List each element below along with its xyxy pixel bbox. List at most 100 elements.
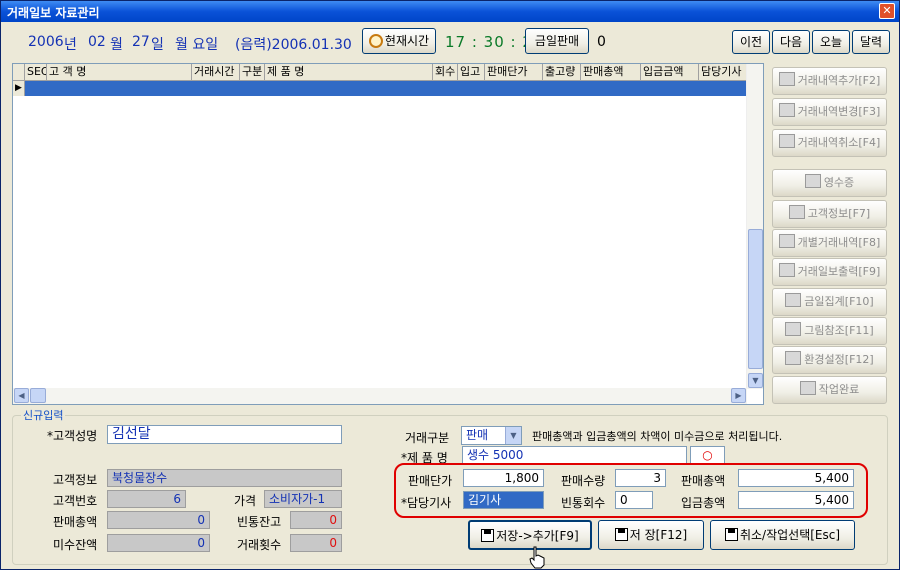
- save-disk-icon: [481, 529, 495, 542]
- add-transaction-button[interactable]: 거래내역추가[F2]: [772, 67, 887, 95]
- customer-name-label: *고객성명: [47, 429, 98, 443]
- scroll-left-arrow-icon[interactable]: ◀: [14, 388, 29, 403]
- scroll-down-arrow-icon[interactable]: ▼: [748, 373, 763, 388]
- close-button[interactable]: ✕: [879, 3, 895, 19]
- finish-work-label: 작업완료: [818, 383, 860, 396]
- unpaid-field: 0: [107, 534, 210, 552]
- today-button[interactable]: 오늘: [812, 30, 850, 54]
- column-unit-price[interactable]: 판매단가: [485, 64, 543, 81]
- receipt-icon: [804, 174, 821, 188]
- empty-balance-label: 빈통잔고: [237, 515, 282, 529]
- new-entry-group-title: 신규입력: [21, 407, 66, 423]
- finish-work-button[interactable]: 작업완료: [772, 376, 887, 404]
- daily-summary-button[interactable]: 금일집계[F10]: [772, 288, 887, 316]
- grid-header: SEQ 고 객 명 거래시간 구분 제 품 명 회수 입고 판매단가 출고량 판…: [13, 64, 747, 81]
- customer-no-label: 고객번호: [53, 494, 98, 508]
- edit-record-icon: [778, 103, 795, 117]
- column-outgoing-qty[interactable]: 출고량: [543, 64, 581, 81]
- column-driver[interactable]: 담당기사: [699, 64, 747, 81]
- column-deposit[interactable]: 입금금액: [641, 64, 699, 81]
- current-time-button[interactable]: 현재시간: [362, 28, 436, 54]
- horizontal-scroll-thumb[interactable]: [30, 388, 46, 403]
- vertical-scroll-thumb[interactable]: [748, 229, 763, 369]
- customer-name-input[interactable]: 김선달: [107, 425, 342, 444]
- trade-type-select[interactable]: 판매 ▼: [461, 426, 522, 445]
- empty-balance-field: 0: [290, 511, 342, 529]
- qty-input[interactable]: 3: [615, 469, 666, 487]
- driver-input[interactable]: 김기사: [463, 491, 544, 509]
- print-daily-report-button[interactable]: 거래일보출력[F9]: [772, 258, 887, 286]
- clock-icon: [368, 34, 383, 48]
- date-header: 2006 년 02 월 27 일 월 요일 (음력)2006.01.30 현재시…: [1, 26, 899, 62]
- cancel-record-icon: [778, 134, 795, 148]
- door-exit-icon: [799, 381, 816, 395]
- column-customer-name[interactable]: 고 객 명: [47, 64, 192, 81]
- sale-total-input[interactable]: 5,400: [738, 469, 854, 487]
- month-suffix: 월: [110, 37, 123, 53]
- cancel-transaction-label: 거래내역취소[F4]: [797, 136, 881, 149]
- row-indicator-icon: ▶: [13, 81, 25, 96]
- receipt-button[interactable]: 영수증: [772, 169, 887, 197]
- day-value: 27: [132, 34, 150, 50]
- horizontal-scrollbar[interactable]: ◀ ▶: [13, 388, 747, 404]
- sale-total-label: 판매총액: [681, 474, 726, 488]
- cancel-transaction-button[interactable]: 거래내역취소[F4]: [772, 129, 887, 157]
- next-day-button[interactable]: 다음: [772, 30, 810, 54]
- deposit-label: 입금총액: [681, 496, 726, 510]
- settings-icon: [785, 351, 802, 365]
- customer-no-field: 6: [107, 490, 186, 508]
- today-sales-button[interactable]: 금일판매: [525, 28, 589, 54]
- customer-info-icon: [788, 205, 805, 219]
- main-window: 거래일보 자료관리 ✕ 2006 년 02 월 27 일 월 요일 (음력)20…: [0, 0, 900, 570]
- trade-count-field: 0: [290, 534, 342, 552]
- transaction-grid[interactable]: SEQ 고 객 명 거래시간 구분 제 품 명 회수 입고 판매단가 출고량 판…: [12, 63, 764, 405]
- individual-history-button[interactable]: 개별거래내역[F8]: [772, 229, 887, 257]
- deposit-input[interactable]: 5,400: [738, 491, 854, 509]
- total-sales-label: 판매총액: [53, 515, 98, 529]
- unit-price-input[interactable]: 1,800: [463, 469, 544, 487]
- column-count[interactable]: 회수: [433, 64, 458, 81]
- column-product-name[interactable]: 제 품 명: [265, 64, 433, 81]
- cancel-select-button[interactable]: 취소/작업선택[Esc]: [710, 520, 855, 550]
- trade-type-label: 거래구분: [405, 431, 450, 445]
- column-seq[interactable]: SEQ: [25, 64, 47, 81]
- cancel-disk-icon: [724, 528, 738, 541]
- empty-return-label: 빈통회수: [561, 496, 606, 510]
- year-suffix: 년: [64, 37, 77, 53]
- calendar-button[interactable]: 달력: [852, 30, 890, 54]
- empty-return-input[interactable]: 0: [615, 491, 653, 509]
- chevron-down-icon[interactable]: ▼: [505, 427, 521, 444]
- vertical-scrollbar[interactable]: ▼: [746, 64, 763, 389]
- product-input[interactable]: 생수 5000: [462, 446, 687, 464]
- customer-info-field: 북청물장수: [107, 469, 342, 487]
- column-trade-time[interactable]: 거래시간: [192, 64, 240, 81]
- save-button[interactable]: 저 장[F12]: [598, 520, 704, 550]
- edit-transaction-button[interactable]: 거래내역변경[F3]: [772, 98, 887, 126]
- image-reference-label: 그림참조[F11]: [804, 324, 874, 337]
- customer-info-label-text: 고객정보: [53, 473, 98, 487]
- column-category[interactable]: 구분: [240, 64, 265, 81]
- product-search-button[interactable]: ○: [690, 446, 725, 464]
- settings-button[interactable]: 환경설정[F12]: [772, 346, 887, 374]
- weekday: 월 요일: [175, 37, 219, 53]
- column-sales-total[interactable]: 판매총액: [581, 64, 641, 81]
- price-type-label: 가격: [234, 494, 257, 508]
- driver-label: *담당기사: [401, 496, 452, 510]
- customer-info-button[interactable]: 고객정보[F7]: [772, 200, 887, 228]
- selected-row[interactable]: [13, 81, 747, 96]
- settings-label: 환경설정[F12]: [804, 353, 874, 366]
- year-value: 2006: [28, 34, 64, 50]
- scroll-right-arrow-icon[interactable]: ▶: [731, 388, 746, 403]
- qty-label: 판매수량: [561, 474, 606, 488]
- individual-history-label: 개별거래내역[F8]: [797, 236, 881, 249]
- day-suffix: 일: [151, 37, 164, 53]
- prev-day-button[interactable]: 이전: [732, 30, 770, 54]
- title-bar: 거래일보 자료관리 ✕: [1, 1, 899, 22]
- image-reference-button[interactable]: 그림참조[F11]: [772, 317, 887, 345]
- individual-history-icon: [778, 234, 795, 248]
- image-reference-icon: [785, 322, 802, 336]
- add-record-icon: [778, 72, 795, 86]
- column-incoming[interactable]: 입고: [458, 64, 485, 81]
- hand-cursor-icon: [529, 546, 545, 569]
- row-header-corner: [13, 64, 25, 81]
